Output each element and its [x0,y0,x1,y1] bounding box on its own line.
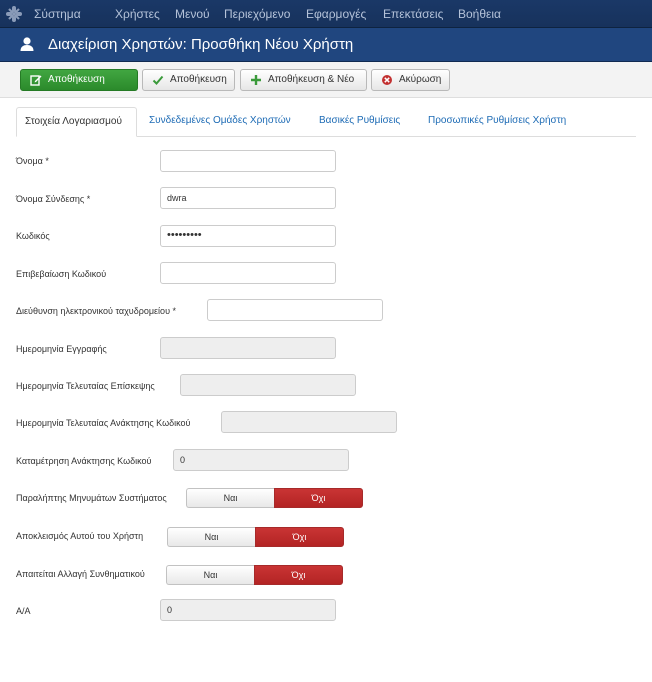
menu-content[interactable]: Περιεχόμενο [224,7,290,21]
email-label: Διεύθυνση ηλεκτρονικού ταχυδρομείου * [16,306,176,316]
user-icon [20,37,34,51]
password-confirm-field[interactable] [160,262,336,284]
last-visit-date-label: Ημερομηνία Τελευταίας Επίσκεψης [16,381,155,391]
menu-users[interactable]: Χρήστες [115,7,160,21]
joomla-logo-icon[interactable] [5,5,23,23]
save-close-button-label: Αποθήκευση [170,74,227,85]
save-button-label: Αποθήκευση [48,74,105,85]
tab-bar: Στοιχεία Λογαριασμού Συνδεδεμένες Ομάδες… [16,107,636,137]
block-user-yes[interactable]: Ναι [167,527,255,547]
tab-personal-settings[interactable]: Προσωπικές Ρυθμίσεις Χρήστη [428,107,566,137]
receive-system-email-no[interactable]: Όχι [274,488,363,508]
name-field[interactable] [160,150,336,172]
id-label: Α/Α [16,606,31,616]
reset-count-label: Καταμέτρηση Ανάκτησης Κωδικού [16,456,152,466]
reset-count-field [173,449,349,471]
name-label: Όνομα * [16,156,49,166]
plus-icon [251,75,261,85]
cancel-button[interactable]: Ακύρωση [371,69,450,91]
top-menu-bar: Σύστημα Χρήστες Μενού Περιεχόμενο Εφαρμο… [0,0,652,28]
id-field [160,599,336,621]
page-title: Διαχείριση Χρηστών: Προσθήκη Νέου Χρήστη [48,36,354,53]
username-field[interactable] [160,187,336,209]
edit-icon [30,75,42,86]
last-visit-date-field [180,374,356,396]
cancel-icon [382,75,392,85]
receive-system-email-toggle: Ναι Όχι [186,488,363,508]
block-user-label: Αποκλεισμός Αυτού του Χρήστη [16,531,144,541]
password-field[interactable]: ••••••••• [160,225,336,247]
toolbar: Αποθήκευση Αποθήκευση Αποθήκευση & Νέο Α… [0,62,652,98]
block-user-toggle: Ναι Όχι [167,527,344,547]
page-header: Διαχείριση Χρηστών: Προσθήκη Νέου Χρήστη [0,28,652,62]
last-reset-date-label: Ημερομηνία Τελευταίας Ανάκτησης Κωδικού [16,418,191,428]
receive-system-email-yes[interactable]: Ναι [186,488,274,508]
require-reset-label: Απαιτείται Αλλαγή Συνθηματικού [16,569,145,579]
require-reset-no[interactable]: Όχι [254,565,343,585]
menu-system[interactable]: Σύστημα [34,7,81,21]
save-new-button[interactable]: Αποθήκευση & Νέο [240,69,367,91]
block-user-no[interactable]: Όχι [255,527,344,547]
password-label: Κωδικός [16,231,50,241]
username-label: Όνομα Σύνδεσης * [16,194,91,204]
tab-assigned-groups[interactable]: Συνδεδεμένες Ομάδες Χρηστών [149,107,291,137]
password-value: ••••••••• [167,229,202,241]
password-confirm-label: Επιβεβαίωση Κωδικού [16,269,107,279]
receive-system-email-label: Παραλήπτης Μηνυμάτων Συστήματος [16,493,167,503]
save-new-button-label: Αποθήκευση & Νέο [268,74,355,85]
tab-account-details[interactable]: Στοιχεία Λογαριασμού [16,107,137,137]
tab-basic-settings[interactable]: Βασικές Ρυθμίσεις [319,107,400,137]
registration-date-label: Ημερομηνία Εγγραφής [16,344,107,354]
last-reset-date-field [221,411,397,433]
menu-menus[interactable]: Μενού [175,7,210,21]
menu-components[interactable]: Εφαρμογές [306,7,366,21]
menu-help[interactable]: Βοήθεια [458,7,501,21]
require-reset-toggle: Ναι Όχι [166,565,343,585]
save-close-button[interactable]: Αποθήκευση [142,69,235,91]
check-icon [152,75,164,85]
registration-date-field [160,337,336,359]
email-field[interactable] [207,299,383,321]
menu-extensions[interactable]: Επεκτάσεις [383,7,443,21]
require-reset-yes[interactable]: Ναι [166,565,254,585]
cancel-button-label: Ακύρωση [399,74,442,85]
save-button[interactable]: Αποθήκευση [20,69,138,91]
